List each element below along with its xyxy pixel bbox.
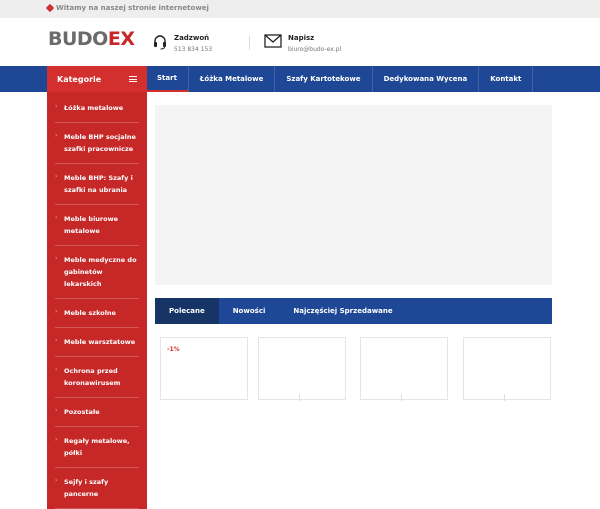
sidebar-header[interactable]: Kategorie — [47, 66, 147, 92]
top-bar: Witamy na naszej stronie internetowej — [0, 0, 600, 18]
product-tabs: Polecane Nowości Najczęściej Sprzedawane — [155, 298, 552, 324]
chevron-right-icon: › — [55, 103, 58, 110]
email-contact[interactable]: Napisz biuro@budo-ex.pl — [264, 34, 341, 53]
welcome-message: Witamy na naszej stronie internetowej — [45, 3, 209, 13]
category-item[interactable]: › Meble BHP: Szafy i szafki na ubrania — [55, 164, 139, 205]
welcome-text: Witamy na naszej stronie internetowej — [56, 4, 209, 12]
chevron-right-icon: › — [55, 173, 58, 180]
tab-najczesciej-sprzedawane[interactable]: Najczęściej Sprzedawane — [279, 298, 406, 324]
chevron-right-icon: › — [55, 366, 58, 373]
nav-dedykowana-wycena[interactable]: Dedykowana Wycena — [373, 66, 480, 92]
tab-polecane[interactable]: Polecane — [155, 298, 219, 324]
category-item[interactable]: › Meble biurowe metalowe — [55, 205, 139, 246]
chevron-right-icon: › — [55, 255, 58, 262]
phone-number: 513 834 153 — [174, 46, 213, 53]
email-title: Napisz — [288, 34, 315, 42]
chevron-right-icon: › — [55, 308, 58, 315]
nav-start[interactable]: Start — [147, 66, 189, 92]
chevron-right-icon: › — [55, 477, 58, 484]
envelope-icon — [264, 34, 282, 48]
headset-icon — [154, 35, 166, 50]
list-icon — [129, 76, 137, 82]
nav-lozka-metalowe[interactable]: Łóżka Metalowe — [189, 66, 276, 92]
discount-badge: -1% — [167, 346, 180, 353]
chevron-right-icon: › — [55, 337, 58, 344]
email-address: biuro@budo-ex.pl — [288, 46, 342, 53]
category-item[interactable]: › Meble warsztatowe — [55, 328, 139, 357]
chevron-right-icon: › — [55, 214, 58, 221]
category-list: › Łóżka metalowe › Meble BHP socjalne szaf… — [47, 94, 147, 509]
chevron-right-icon: › — [55, 407, 58, 414]
phone-title: Zadzwoń — [174, 34, 210, 42]
category-item[interactable]: › Sejfy i szafy pancerne — [55, 468, 139, 509]
logo[interactable]: BUDOEX — [48, 28, 135, 50]
nav-kontakt[interactable]: Kontakt — [479, 66, 534, 92]
header-divider — [249, 36, 250, 50]
product-card[interactable] — [258, 337, 346, 401]
chevron-right-icon: › — [55, 436, 58, 443]
product-grid: -1% — [155, 337, 552, 401]
category-item[interactable]: › Meble szkolne — [55, 299, 139, 328]
product-card[interactable]: -1% — [160, 337, 248, 400]
site-header: BUDOEX Zadzwoń 513 834 153 Napisz biuro@… — [0, 18, 600, 66]
hero-slider[interactable] — [155, 105, 552, 285]
category-item[interactable]: › Pozostałe — [55, 398, 139, 427]
chevron-right-icon: › — [55, 132, 58, 139]
sidebar-title: Kategorie — [57, 74, 102, 84]
product-card[interactable] — [463, 337, 551, 401]
category-item[interactable]: › Meble BHP socjalne szafki pracownicze — [55, 123, 139, 164]
category-item[interactable]: › Ochrona przed koronawirusem — [55, 357, 139, 398]
category-item[interactable]: › Łóżka metalowe — [55, 94, 139, 123]
tab-nowosci[interactable]: Nowości — [219, 298, 280, 324]
tag-icon — [45, 3, 55, 13]
product-card[interactable] — [360, 337, 448, 401]
category-sidebar: Kategorie › Łóżka metalowe › Meble BHP soc… — [47, 66, 147, 509]
category-item[interactable]: › Regały metalowe, półki — [55, 427, 139, 468]
category-item[interactable]: › Meble medyczne do gabinetów lekarskich — [55, 246, 139, 299]
nav-szafy-kartotekowe[interactable]: Szafy Kartotekowe — [275, 66, 373, 92]
phone-contact[interactable]: Zadzwoń 513 834 153 — [152, 34, 212, 53]
